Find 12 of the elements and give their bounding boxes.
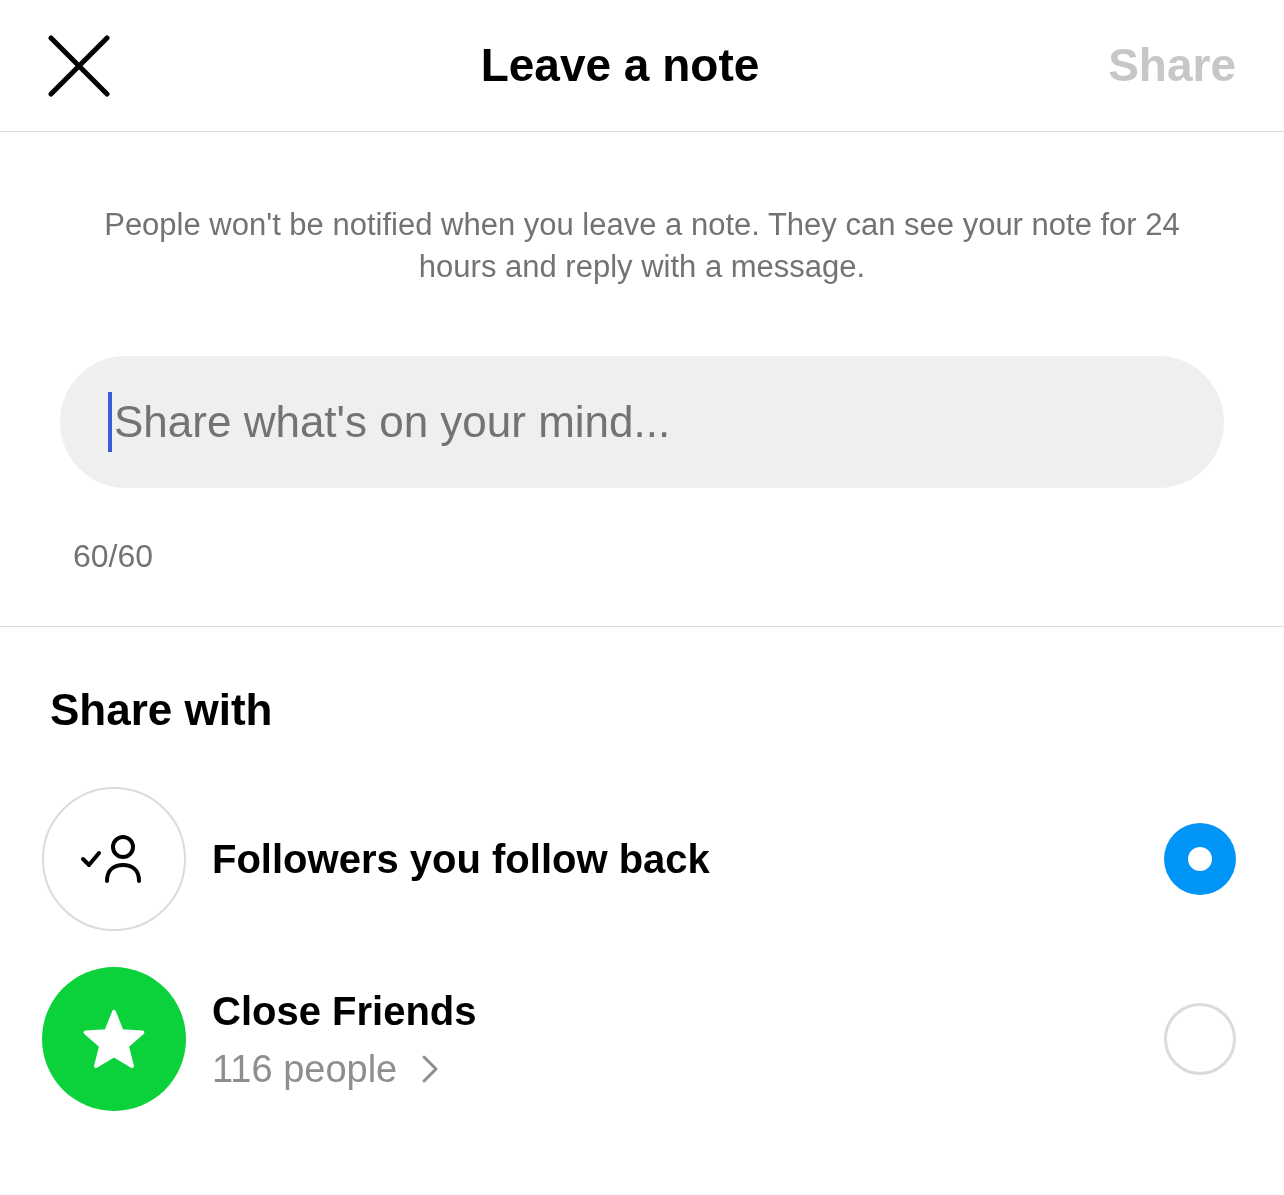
character-counter: 60/60: [73, 537, 154, 576]
note-field[interactable]: Share what's on your mind...: [60, 356, 1224, 488]
option-label[interactable]: Close Friends: [212, 980, 477, 1041]
notice-text: People won't be notified when you leave a note. They can see your note for 24 hours and reply with a message.: [103, 206, 1181, 286]
section-heading: Share with: [50, 684, 273, 736]
radio-button[interactable]: [1164, 1003, 1236, 1075]
screen-title: Leave a note: [480, 38, 760, 93]
option-label[interactable]: Followers you follow back: [212, 829, 710, 889]
star-icon: [83, 1009, 145, 1069]
text-cursor: [108, 392, 112, 452]
chevron-right-icon: [421, 1054, 440, 1084]
close-icon: [48, 34, 110, 97]
